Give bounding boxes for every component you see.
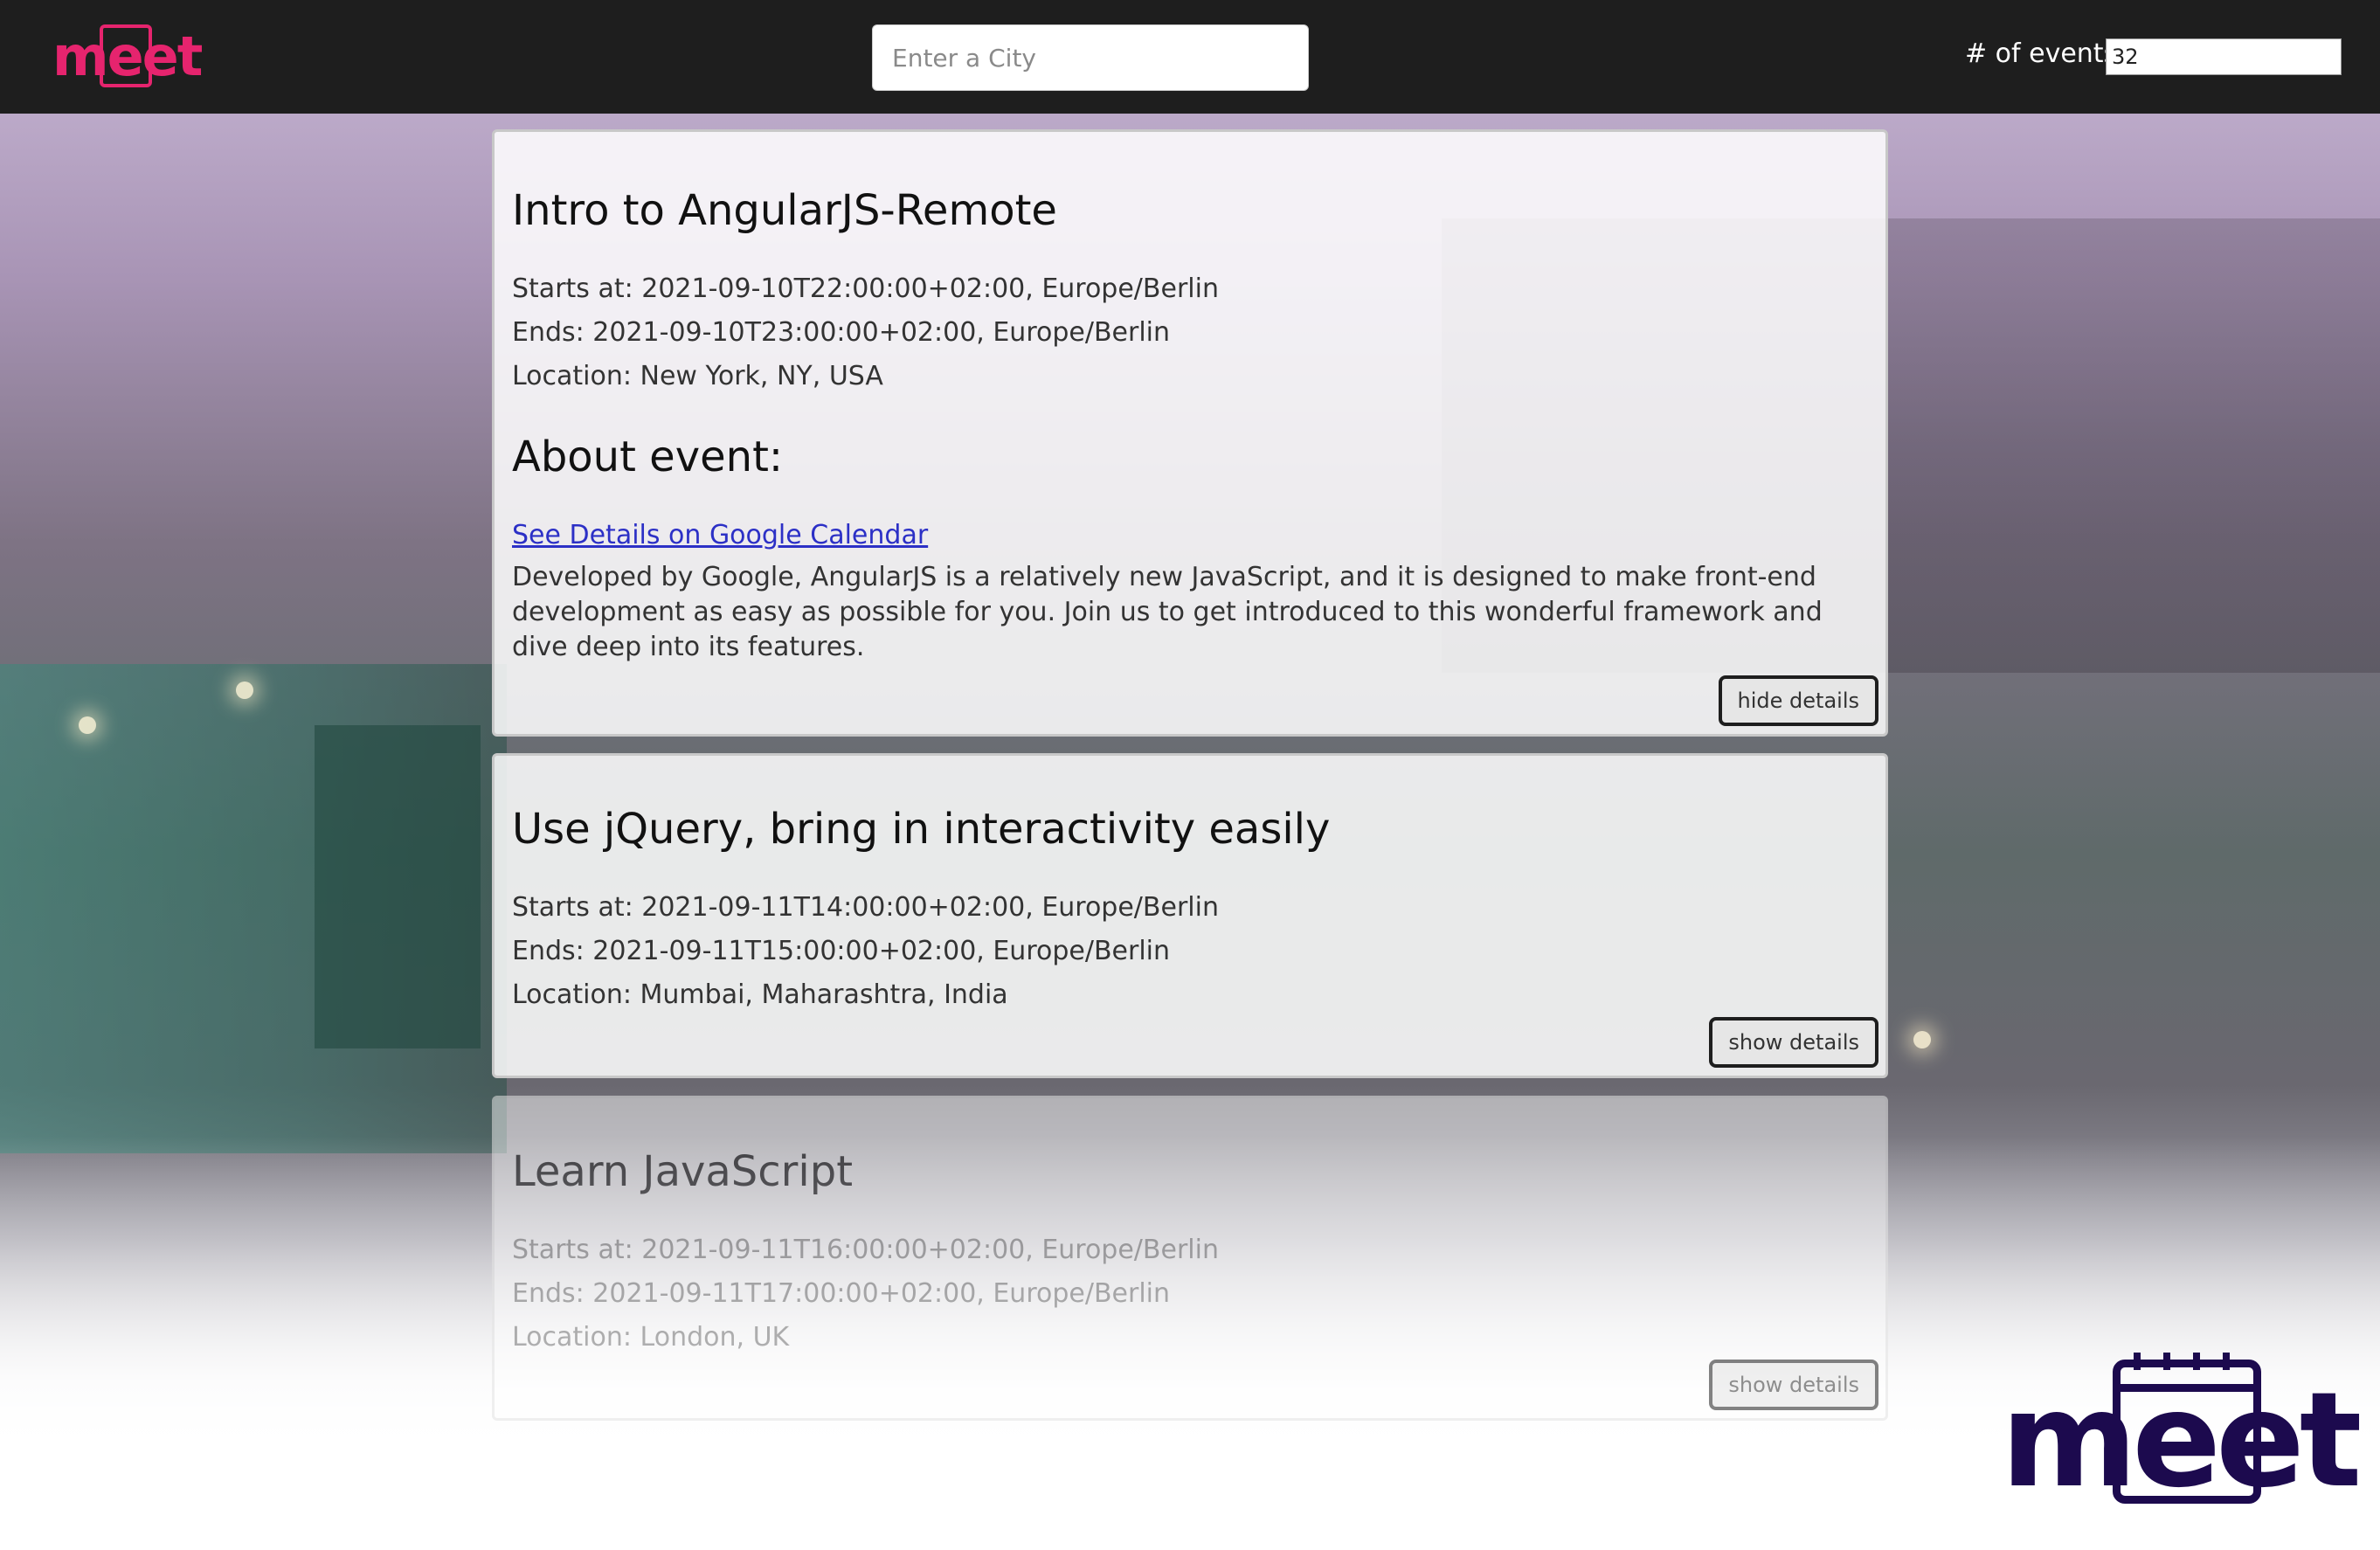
hide-details-button[interactable]: hide details [1718, 675, 1878, 726]
event-card-expanded: Intro to AngularJS-Remote Starts at: 202… [492, 129, 1888, 737]
event-end-time: Ends: 2021-09-11T15:00:00+02:00, Europe/… [512, 936, 1171, 966]
logo-text: meet [52, 24, 203, 88]
meet-logo: meet [52, 24, 203, 91]
meet-logo-large: meet [2001, 1353, 2362, 1506]
event-title: Intro to AngularJS-Remote [512, 186, 1057, 235]
logo-text: meet [2001, 1365, 2362, 1517]
event-end-time: Ends: 2021-09-11T17:00:00+02:00, Europe/… [512, 1278, 1171, 1309]
background-menu-board [315, 725, 481, 1048]
background-lamp [1913, 1031, 1931, 1048]
background-lamp [236, 682, 253, 699]
number-of-events-label: # of events [1965, 38, 2118, 69]
number-of-events-input[interactable] [2106, 38, 2342, 75]
event-location: Location: London, UK [512, 1322, 790, 1353]
google-calendar-link[interactable]: See Details on Google Calendar [512, 520, 928, 550]
event-start-time: Starts at: 2021-09-10T22:00:00+02:00, Eu… [512, 273, 1219, 304]
event-card: Use jQuery, bring in interactivity easil… [492, 753, 1888, 1078]
event-location: Location: Mumbai, Maharashtra, India [512, 979, 1008, 1010]
event-end-time: Ends: 2021-09-10T23:00:00+02:00, Europe/… [512, 317, 1171, 348]
event-start-time: Starts at: 2021-09-11T16:00:00+02:00, Eu… [512, 1235, 1219, 1265]
event-description: Developed by Google, AngularJS is a rela… [512, 562, 1823, 662]
event-start-time: Starts at: 2021-09-11T14:00:00+02:00, Eu… [512, 892, 1219, 923]
background-lamp [79, 716, 96, 734]
top-navbar: meet # of events [0, 0, 2380, 114]
about-event-heading: About event: [512, 432, 784, 481]
city-search-input[interactable] [872, 24, 1309, 91]
show-details-button[interactable]: show details [1709, 1360, 1878, 1410]
event-card: Learn JavaScript Starts at: 2021-09-11T1… [492, 1096, 1888, 1421]
show-details-button[interactable]: show details [1709, 1017, 1878, 1068]
event-title: Learn JavaScript [512, 1147, 854, 1196]
event-location: Location: New York, NY, USA [512, 361, 883, 391]
event-title: Use jQuery, bring in interactivity easil… [512, 805, 1331, 854]
